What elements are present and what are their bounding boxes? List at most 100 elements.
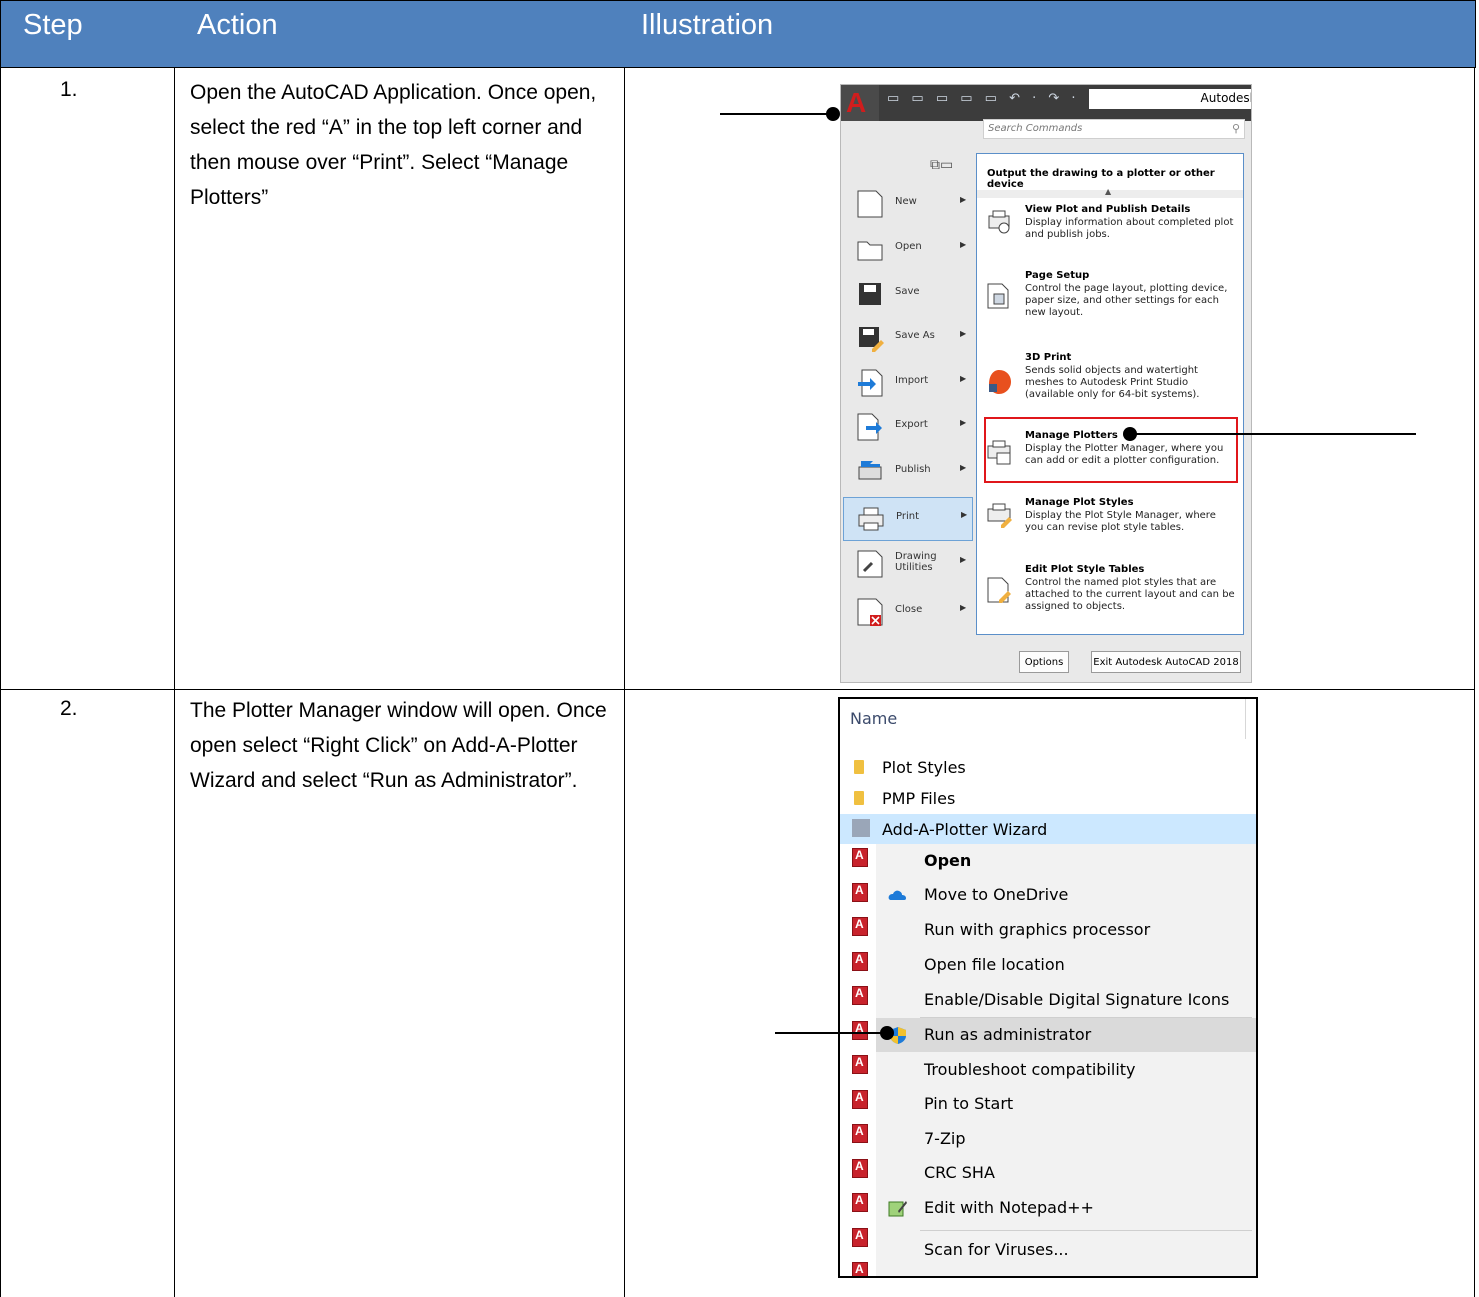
pc3-file-icon[interactable]: A — [852, 1193, 868, 1212]
context-menu-pin-to-start[interactable]: Pin to Start — [876, 1087, 1256, 1121]
menu-item-import[interactable]: Import ▶ — [843, 362, 973, 406]
3d-print-icon — [989, 370, 1011, 394]
context-menu-7-zip[interactable]: 7-Zip — [876, 1122, 1256, 1156]
grid-line — [0, 689, 1475, 690]
manage-plotters-highlight — [984, 417, 1238, 483]
file-row-plot-styles[interactable]: Plot Styles — [840, 752, 1256, 782]
submenu-description: Control the named plot styles that are a… — [1025, 577, 1235, 612]
callout-dot — [1123, 427, 1137, 441]
save-icon — [859, 283, 881, 305]
pc3-file-icon[interactable]: A — [852, 1124, 868, 1143]
autocad-logo-button[interactable]: A — [841, 85, 879, 121]
pc3-file-icon[interactable]: A — [852, 1055, 868, 1074]
menu-item-new[interactable]: New ▶ — [843, 183, 973, 227]
callout-line-logo — [720, 113, 832, 115]
search-commands-input[interactable]: Search Commands ⚲ — [983, 119, 1245, 139]
file-name: Add-A-Plotter Wizard — [882, 820, 1048, 839]
menu-item-drawing-utilities[interactable]: Drawing Utilities ▶ — [843, 543, 973, 587]
menu-item-label: Troubleshoot compatibility — [924, 1060, 1136, 1079]
pc3-file-icon[interactable]: A — [852, 917, 868, 936]
print-submenu: Output the drawing to a plotter or other… — [976, 153, 1244, 635]
submenu-description: Display the Plot Style Manager, where yo… — [1025, 510, 1216, 533]
printer-icon — [858, 507, 884, 531]
context-menu-scan-for-viruses[interactable]: Scan for Viruses... — [876, 1233, 1256, 1267]
file-row-add-a-plotter-wizard[interactable]: Add-A-Plotter Wizard — [840, 814, 1256, 844]
context-menu-move-to-onedrive[interactable]: Move to OneDrive — [876, 878, 1256, 912]
file-row-pmp-files[interactable]: PMP Files — [840, 783, 1256, 813]
grid-line — [624, 68, 625, 1297]
menu-label: New — [895, 196, 917, 207]
callout-line-manage-plotters — [1130, 433, 1416, 435]
header-illustration: Illustration — [641, 9, 774, 41]
context-menu-edit-with-notepad[interactable]: Edit with Notepad++ — [876, 1191, 1256, 1225]
menu-item-label: Move to OneDrive — [924, 885, 1069, 904]
submenu-item-edit-plot-style-tables[interactable]: Edit Plot Style Tables Control the named… — [985, 564, 1237, 626]
chevron-right-icon: ▶ — [960, 240, 967, 249]
pc3-file-icon[interactable]: A — [852, 952, 868, 971]
export-icon — [857, 413, 882, 441]
chevron-right-icon: ▶ — [961, 510, 968, 519]
table-header: Step Action Illustration — [0, 0, 1476, 68]
pc3-file-icon[interactable]: A — [852, 1262, 868, 1276]
context-menu-run-with-graphics-processor[interactable]: Run with graphics processor — [876, 913, 1256, 947]
search-placeholder: Search Commands — [988, 123, 1083, 134]
context-menu-run-as-administrator[interactable]: Run as administrator — [876, 1018, 1256, 1052]
close-document-icon — [857, 598, 883, 626]
menu-item-save[interactable]: Save — [843, 273, 973, 317]
context-menu-crc-sha[interactable]: CRC SHA — [876, 1156, 1256, 1190]
pc3-file-icon[interactable]: A — [852, 883, 868, 902]
autocad-toolbar: A ▭ ▭ ▭ ▭ ▭ ↶ · ↷ · Autodesl — [841, 85, 1252, 121]
callout-line-run-as-admin — [775, 1032, 885, 1034]
header-action: Action — [197, 9, 278, 41]
menu-item-label: Edit with Notepad++ — [924, 1198, 1094, 1217]
submenu-item-view-plot-details[interactable]: View Plot and Publish Details Display in… — [985, 204, 1237, 264]
menu-label: Publish — [895, 464, 931, 475]
menu-item-save-as[interactable]: Save As ▶ — [843, 317, 973, 361]
submenu-item-page-setup[interactable]: Page Setup Control the page layout, plot… — [985, 270, 1237, 340]
context-menu-troubleshoot-compatibility[interactable]: Troubleshoot compatibility — [876, 1053, 1256, 1087]
pc3-file-icon[interactable]: A — [852, 1228, 868, 1247]
publish-icon — [858, 461, 882, 480]
context-menu-digital-signature-icons[interactable]: Enable/Disable Digital Signature Icons — [876, 983, 1256, 1017]
scroll-up-bar[interactable]: ▲ — [977, 187, 1243, 198]
pc3-file-icon[interactable]: A — [852, 1159, 868, 1178]
step-number: 1. — [60, 78, 78, 101]
menu-label: Drawing Utilities — [895, 551, 937, 573]
chevron-right-icon: ▶ — [960, 603, 967, 612]
step-action-text: The Plotter Manager window will open. On… — [190, 699, 607, 792]
menu-item-open[interactable]: Open ▶ — [843, 228, 973, 272]
pc3-file-icon[interactable]: A — [852, 1090, 868, 1109]
submenu-item-3d-print[interactable]: 3D Print Sends solid objects and waterti… — [985, 352, 1237, 422]
file-name: PMP Files — [882, 789, 956, 808]
menu-item-close[interactable]: Close ▶ — [843, 591, 973, 635]
quick-access-toolbar[interactable]: ▭ ▭ ▭ ▭ ▭ ↶ · ↷ · — [887, 91, 1087, 109]
menu-item-label: CRC SHA — [924, 1163, 995, 1182]
pc3-file-icon[interactable]: A — [852, 986, 868, 1005]
exit-autocad-button[interactable]: Exit Autodesk AutoCAD 2018 — [1091, 651, 1241, 673]
menu-label: Save — [895, 286, 920, 297]
submenu-heading: Output the drawing to a plotter or other… — [987, 168, 1215, 190]
menu-item-export[interactable]: Export ▶ — [843, 406, 973, 450]
chevron-right-icon: ▶ — [960, 329, 967, 338]
grid-line — [174, 68, 175, 1297]
window-title: Autodesl — [1200, 91, 1252, 105]
menu-item-print[interactable]: Print ▶ — [843, 497, 973, 541]
context-menu-open-file-location[interactable]: Open file location — [876, 948, 1256, 982]
page-setup-icon — [987, 283, 1009, 309]
menu-item-publish[interactable]: Publish ▶ — [843, 451, 973, 495]
pc3-file-icon[interactable]: A — [852, 848, 868, 867]
submenu-title: Edit Plot Style Tables — [1025, 564, 1145, 575]
menu-item-label: Enable/Disable Digital Signature Icons — [924, 990, 1230, 1009]
submenu-title: 3D Print — [1025, 352, 1072, 363]
search-icon: ⚲ — [1231, 122, 1240, 135]
submenu-item-manage-plot-styles[interactable]: Manage Plot Styles Display the Plot Styl… — [985, 497, 1237, 547]
options-button[interactable]: Options — [1019, 651, 1069, 673]
menu-label: Save As — [895, 330, 935, 341]
pc3-file-icon[interactable]: A — [852, 1021, 868, 1040]
context-menu-open[interactable]: Open — [876, 844, 1256, 878]
grid-line — [0, 68, 1, 1297]
recent-documents-icons[interactable]: ⧉▭ — [930, 157, 970, 175]
column-header-name[interactable]: Name — [850, 709, 897, 728]
submenu-title: View Plot and Publish Details — [1025, 204, 1191, 215]
menu-label: Print — [896, 511, 920, 522]
